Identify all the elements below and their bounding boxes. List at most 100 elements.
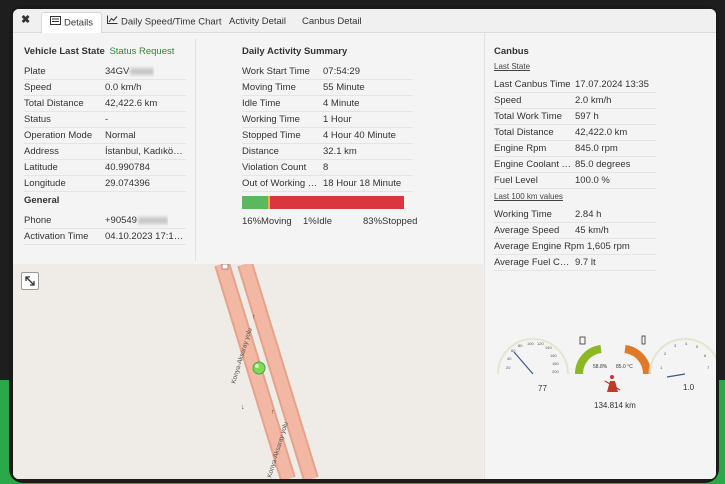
vehicle-row-address: Address İstanbul, Kadıköy, ... xyxy=(24,144,186,160)
speed-tick-60: 60 xyxy=(511,348,516,353)
expand-icon xyxy=(25,276,35,286)
general-row-activation-time: Activation Time 04.10.2023 17:15:... xyxy=(24,229,186,245)
vehicle-marker-highlight xyxy=(255,364,259,368)
direction-arrow-up-2: ↑ xyxy=(271,409,275,416)
map-view[interactable]: Konya-Aksaray yolu Konya-Aksaray yolu ↓ … xyxy=(13,264,483,479)
activity-stacked-bar xyxy=(242,196,404,209)
speed-tick-80: 80 xyxy=(518,343,523,348)
speed-value: 77 xyxy=(538,384,547,393)
canbus-title: Canbus xyxy=(494,46,529,57)
activity-row-distance: Distance 32.1 km xyxy=(242,144,412,160)
speed-tick-140: 140 xyxy=(545,345,552,350)
vehicle-last-state-title: Vehicle Last State Status Request xyxy=(24,46,175,57)
canbus100-row-average-speed: Average Speed 45 km/h xyxy=(494,223,656,239)
tab-speed-chart[interactable]: Daily Speed/Time Chart xyxy=(99,12,230,33)
activity-row-out-of-working: Out of Working Ho... 18 Hour 18 Minute xyxy=(242,176,412,192)
legend-idle: 1%Idle xyxy=(303,216,333,227)
rpm-tick-3: 3 xyxy=(674,343,677,348)
close-icon[interactable]: ✖ xyxy=(21,13,30,26)
tab-details-label: Details xyxy=(64,17,94,29)
app-screen: ✖ Details Daily Speed/Time Chart Activit… xyxy=(13,9,716,479)
rpm-tick-5: 5 xyxy=(696,344,699,349)
fuel-arc xyxy=(574,345,602,375)
speed-needle xyxy=(513,351,534,375)
speed-tick-200: 200 xyxy=(552,369,559,374)
vehicle-row-speed: Speed 0.0 km/h xyxy=(24,80,186,96)
canbus-row-total-work: Total Work Time 597 h xyxy=(494,109,656,125)
speed-tick-120: 120 xyxy=(537,341,544,346)
speed-tick-20: 20 xyxy=(506,365,511,370)
daily-activity-title: Daily Activity Summary xyxy=(242,46,348,57)
speed-tick-100: 100 xyxy=(527,341,534,346)
canbus-row-speed: Speed 2.0 km/h xyxy=(494,93,656,109)
canbus-row-total-distance: Total Distance 42,422.0 km xyxy=(494,125,656,141)
last-100km-label: Last 100 km values xyxy=(494,192,563,201)
direction-arrow-up: ↑ xyxy=(252,314,256,321)
temperature-label: 85.0 °C xyxy=(616,364,633,370)
status-request-link[interactable]: Status Request xyxy=(109,46,174,57)
speedometer-gauge: 20 40 60 80 100 120 140 160 180 200 77 xyxy=(496,337,570,393)
rpm-tick-2: 2 xyxy=(664,351,667,356)
activity-row-idle: Idle Time 4 Minute xyxy=(242,96,412,112)
temperature-gauge: 85.0 °C xyxy=(616,335,652,375)
thermometer-icon xyxy=(641,335,646,345)
vehicle-row-longitude: Longitude 29.074396 xyxy=(24,176,186,192)
direction-arrow-down: ↓ xyxy=(241,404,245,411)
canbus-last-state-label: Last State xyxy=(494,62,531,71)
vehicle-marker[interactable] xyxy=(252,361,266,375)
canbus-row-last-time: Last Canbus Time 17.07.2024 13:35 xyxy=(494,77,656,93)
speed-tick-180: 180 xyxy=(552,361,559,366)
tab-details[interactable]: Details xyxy=(41,12,103,33)
map-roads: Konya-Aksaray yolu Konya-Aksaray yolu ↓ … xyxy=(13,264,483,479)
fuel-gauge: 58.8% xyxy=(574,336,608,375)
redacted-plate xyxy=(130,67,155,75)
redacted-phone xyxy=(137,216,168,224)
legend-stopped: 83%Stopped xyxy=(363,216,418,227)
activity-row-stopped: Stopped Time 4 Hour 40 Minute xyxy=(242,128,412,144)
vehicle-row-total-distance: Total Distance 42,422.6 km xyxy=(24,96,186,112)
canbus100-row-working-time: Working Time 2.84 h xyxy=(494,207,656,223)
rpm-gauge: 1 2 3 4 5 6 7 1.0 xyxy=(648,337,716,392)
speed-tick-40: 40 xyxy=(507,356,512,361)
rpm-tick-4: 4 xyxy=(685,341,688,346)
legend-moving: 16%Moving xyxy=(242,216,292,227)
fuel-label: 58.8% xyxy=(593,364,608,370)
vehicle-row-operation-mode: Operation Mode Normal xyxy=(24,128,186,144)
canbus-row-engine-rpm: Engine Rpm 845.0 rpm xyxy=(494,141,656,157)
fuel-pump-icon xyxy=(579,336,586,345)
vehicle-row-plate: Plate 34GV xyxy=(24,64,186,80)
activity-row-working: Working Time 1 Hour xyxy=(242,112,412,128)
list-icon xyxy=(50,13,61,33)
tab-speed-chart-label: Daily Speed/Time Chart xyxy=(121,16,222,28)
canbus100-row-average-rpm: Average Engine Rpm 1,605 rpm xyxy=(494,239,656,255)
gauge-cluster: 20 40 60 80 100 120 140 160 180 200 77 5… xyxy=(496,335,716,410)
bar-segment-stopped xyxy=(269,196,404,209)
tab-activity-detail[interactable]: Activity Detail xyxy=(221,12,294,33)
vehicle-row-status: Status - xyxy=(24,112,186,128)
seatbelt-warning-icon xyxy=(604,375,621,392)
tab-bar: ✖ Details Daily Speed/Time Chart Activit… xyxy=(13,9,716,33)
general-title: General xyxy=(24,195,60,206)
activity-row-violation-count: Violation Count 8 xyxy=(242,160,412,176)
temperature-arc xyxy=(624,345,652,375)
rpm-tick-7: 7 xyxy=(707,365,710,370)
vehicle-row-latitude: Latitude 40.990784 xyxy=(24,160,186,176)
canbus100-row-average-fuel: Average Fuel Cons... 9.7 lt xyxy=(494,255,656,271)
expand-map-button[interactable] xyxy=(21,272,39,290)
line-chart-icon xyxy=(107,12,118,32)
activity-row-moving: Moving Time 55 Minute xyxy=(242,80,412,96)
canbus-row-fuel-level: Fuel Level 100.0 % xyxy=(494,173,656,189)
general-row-phone: Phone +90549 xyxy=(24,213,186,229)
rpm-tick-1: 1 xyxy=(660,365,663,370)
rpm-needle xyxy=(666,373,686,378)
tab-activity-detail-label: Activity Detail xyxy=(229,16,287,27)
rpm-tick-6: 6 xyxy=(704,353,707,358)
column-divider xyxy=(195,39,196,261)
tab-canbus-detail[interactable]: Canbus Detail xyxy=(294,12,370,33)
bar-segment-moving xyxy=(242,196,268,209)
canbus-row-coolant: Engine Coolant Te... 85.0 degrees xyxy=(494,157,656,173)
tab-canbus-detail-label: Canbus Detail xyxy=(302,16,362,27)
odometer-value: 134.814 km xyxy=(594,401,636,410)
activity-row-work-start: Work Start Time 07:54:29 xyxy=(242,64,412,80)
rpm-value: 1.0 xyxy=(683,383,695,392)
